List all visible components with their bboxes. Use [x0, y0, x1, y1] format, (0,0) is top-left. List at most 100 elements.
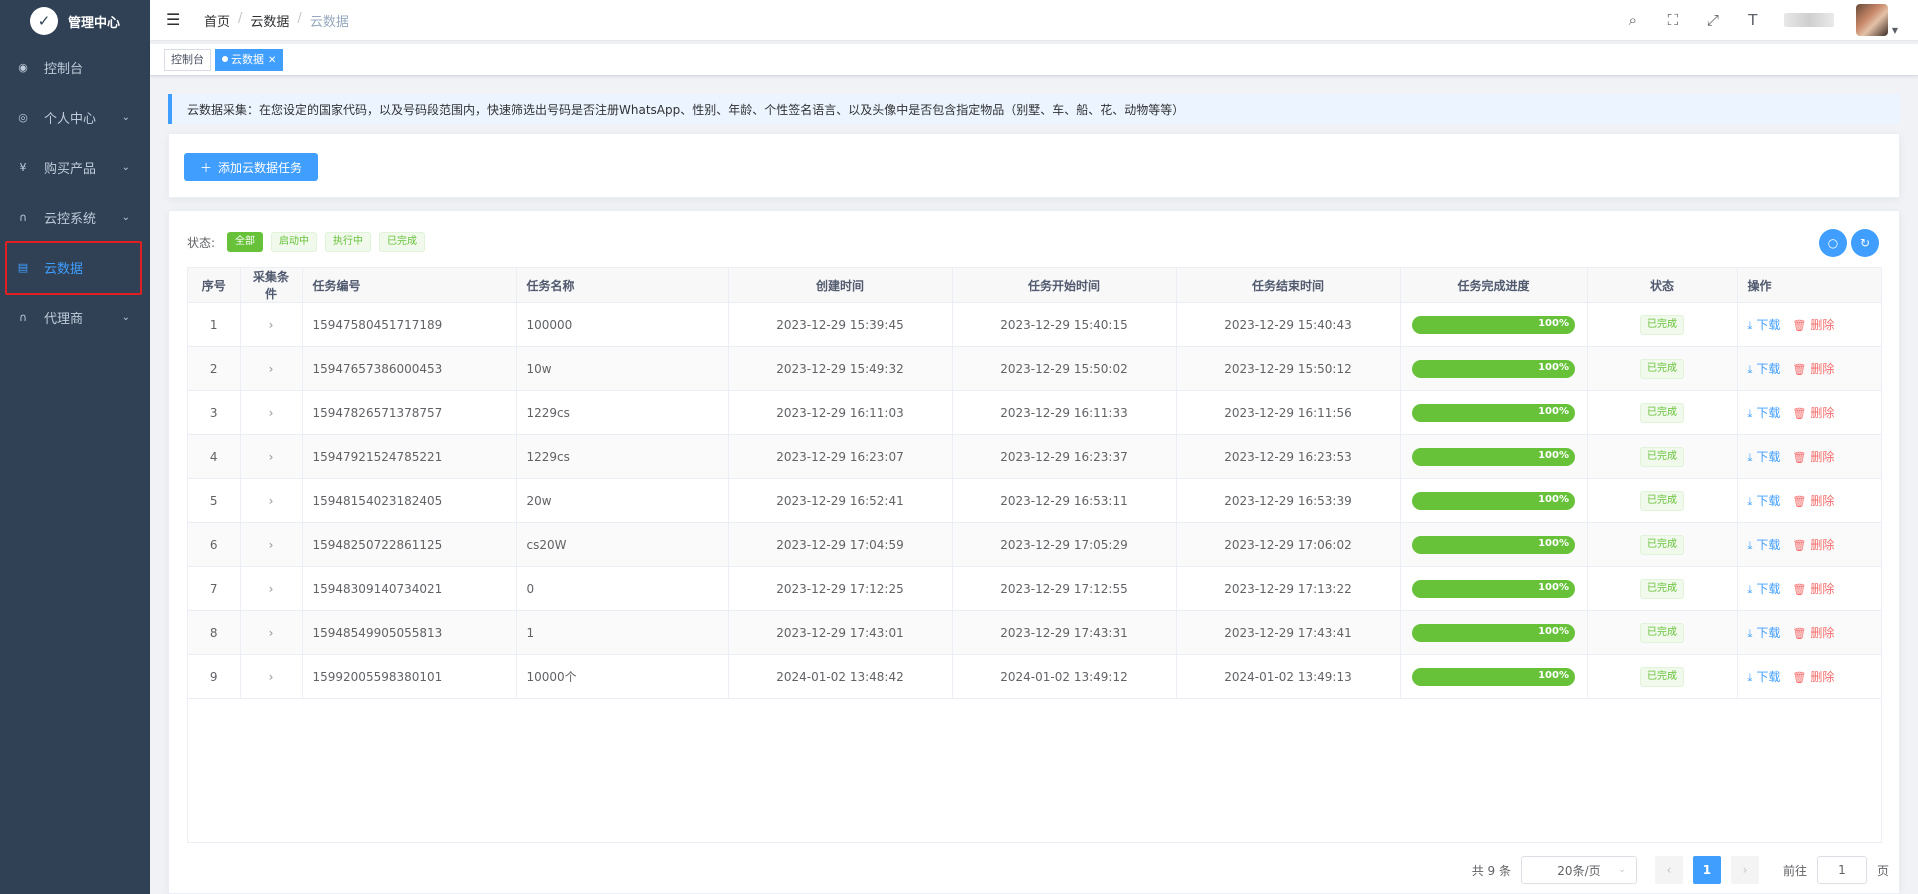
tag-label: 云数据	[231, 52, 264, 66]
breadcrumb-parent[interactable]: 云数据	[250, 11, 289, 30]
download-icon: ⤓	[1747, 363, 1753, 376]
download-button[interactable]: ⤓ 下载	[1748, 362, 1781, 376]
headset-icon: ∩	[18, 310, 28, 324]
next-page-button[interactable]: ›	[1730, 856, 1759, 884]
download-label: 下载	[1756, 450, 1781, 464]
status-filter-option[interactable]: 全部	[227, 232, 264, 252]
download-icon: ⤓	[1747, 671, 1753, 684]
progress-bar: 100%	[1412, 667, 1575, 686]
expand-row-button[interactable]: ›	[240, 434, 303, 479]
download-button[interactable]: ⤓ 下载	[1748, 538, 1781, 552]
delete-label: 删除	[1810, 626, 1835, 640]
expand-row-button[interactable]: ›	[240, 478, 303, 523]
goto-page-input[interactable]: 1	[1816, 856, 1867, 884]
end-time: 2023-12-29 15:40:43	[1176, 302, 1401, 347]
status-filter-option[interactable]: 已完成	[379, 232, 426, 252]
sidebar-item-2[interactable]: ¥ 购买产品 ⌄	[0, 142, 150, 192]
logo[interactable]: ✓ 管理中心	[0, 0, 150, 42]
created-time: 2023-12-29 16:23:07	[728, 434, 953, 479]
delete-button[interactable]: 🗑 删除	[1792, 582, 1834, 596]
progress-bar: 100%	[1412, 403, 1575, 422]
sidebar-item-label: 个人中心	[44, 111, 97, 127]
status-filter-option[interactable]: 执行中	[325, 232, 372, 252]
refresh-icon: ↻	[1859, 236, 1871, 250]
end-time: 2023-12-29 17:43:41	[1176, 610, 1401, 655]
progress-bar: 100%	[1412, 579, 1575, 598]
download-label: 下载	[1756, 494, 1781, 508]
status-filter-option[interactable]: 启动中	[271, 232, 318, 252]
font-size-icon[interactable]: T	[1744, 11, 1762, 29]
status-badge: 已完成	[1640, 666, 1684, 687]
expand-row-button[interactable]: ›	[240, 522, 303, 567]
delete-button[interactable]: 🗑 删除	[1792, 406, 1834, 420]
delete-button[interactable]: 🗑 删除	[1792, 626, 1834, 640]
search-icon[interactable]: ⌕	[1624, 11, 1642, 29]
add-cloud-data-task-button[interactable]: ＋ 添加云数据任务	[184, 153, 318, 181]
page-size-select[interactable]: 20条/页 ⌄	[1520, 856, 1637, 884]
breadcrumb-current: 云数据	[309, 14, 349, 30]
column-header: 任务结束时间	[1176, 268, 1401, 303]
delete-button[interactable]: 🗑 删除	[1792, 494, 1834, 508]
yen-icon: ¥	[19, 160, 27, 174]
close-icon[interactable]: ✕	[268, 55, 276, 66]
download-button[interactable]: ⤓ 下载	[1748, 626, 1781, 640]
progress-cell: 100%	[1400, 346, 1588, 391]
delete-label: 删除	[1810, 538, 1835, 552]
tag-label: 控制台	[171, 52, 204, 66]
expand-row-button[interactable]: ›	[240, 566, 303, 611]
progress-text: 100%	[1538, 625, 1569, 637]
download-label: 下载	[1756, 318, 1781, 332]
download-button[interactable]: ⤓ 下载	[1748, 318, 1781, 332]
translate-icon[interactable]: ⛶	[1664, 11, 1682, 29]
delete-button[interactable]: 🗑 删除	[1792, 450, 1834, 464]
prev-page-button[interactable]: ‹	[1654, 856, 1683, 884]
row-index: 2	[188, 346, 241, 391]
column-header: 任务名称	[516, 268, 729, 303]
actions-cell: ⤓ 下载 🗑 删除	[1737, 566, 1881, 611]
chevron-right-icon: ›	[268, 625, 274, 640]
delete-button[interactable]: 🗑 删除	[1792, 670, 1834, 684]
progress-cell: 100%	[1400, 522, 1588, 567]
download-button[interactable]: ⤓ 下载	[1748, 670, 1781, 684]
column-header: 任务编号	[302, 268, 517, 303]
delete-button[interactable]: 🗑 删除	[1792, 318, 1834, 332]
breadcrumb-home[interactable]: 首页	[204, 11, 230, 30]
caret-down-icon[interactable]: ▼	[1892, 26, 1898, 35]
tag-1[interactable]: 云数据 ✕	[215, 48, 284, 71]
tag-0[interactable]: 控制台	[164, 48, 211, 71]
expand-row-button[interactable]: ›	[240, 302, 303, 347]
menu-toggle-icon[interactable]: ☰	[166, 12, 184, 28]
sidebar-item-5[interactable]: ∩ 代理商 ⌄	[0, 292, 150, 342]
download-button[interactable]: ⤓ 下载	[1748, 582, 1781, 596]
sidebar-item-3[interactable]: ∩ 云控系统 ⌄	[0, 192, 150, 242]
progress-bar: 100%	[1412, 315, 1575, 334]
delete-button[interactable]: 🗑 删除	[1792, 362, 1834, 376]
status-cell: 已完成	[1587, 478, 1738, 523]
delete-button[interactable]: 🗑 删除	[1792, 538, 1834, 552]
total-count: 共 9 条	[1471, 863, 1511, 878]
search-toggle-button[interactable]: ○	[1819, 229, 1847, 257]
expand-row-button[interactable]: ›	[240, 654, 303, 699]
refresh-button[interactable]: ↻	[1851, 229, 1879, 257]
page-number-button[interactable]: 1	[1692, 856, 1721, 884]
action-card: ＋ 添加云数据任务	[168, 133, 1900, 198]
header-actions: ⌕ ⛶ ⤢ T ▼	[1624, 0, 1898, 40]
sidebar-item-1[interactable]: ◎ 个人中心 ⌄	[0, 92, 150, 142]
task-name: cs20W	[516, 522, 729, 567]
sidebar-item-0[interactable]: ◉ 控制台	[0, 42, 150, 92]
fullscreen-icon[interactable]: ⤢	[1704, 11, 1722, 29]
task-id: 15948549905055813	[302, 610, 517, 655]
download-button[interactable]: ⤓ 下载	[1748, 450, 1781, 464]
expand-row-button[interactable]: ›	[240, 390, 303, 435]
expand-row-button[interactable]: ›	[240, 346, 303, 391]
trash-icon: 🗑	[1792, 407, 1807, 420]
expand-row-button[interactable]: ›	[240, 610, 303, 655]
start-time: 2023-12-29 16:11:33	[952, 390, 1177, 435]
info-alert: 云数据采集：在您设定的国家代码，以及号码段范围内，快速筛选出号码是否注册What…	[168, 94, 1900, 124]
download-label: 下载	[1756, 626, 1781, 640]
download-button[interactable]: ⤓ 下载	[1748, 406, 1781, 420]
table-row: 6 › 15948250722861125 cs20W 2023-12-29 17:04…	[188, 522, 1881, 567]
download-button[interactable]: ⤓ 下载	[1748, 494, 1781, 508]
table-row: 4 › 15947921524785221 1229cs 2023-12-29 16:2…	[188, 434, 1881, 479]
avatar[interactable]	[1855, 4, 1888, 36]
